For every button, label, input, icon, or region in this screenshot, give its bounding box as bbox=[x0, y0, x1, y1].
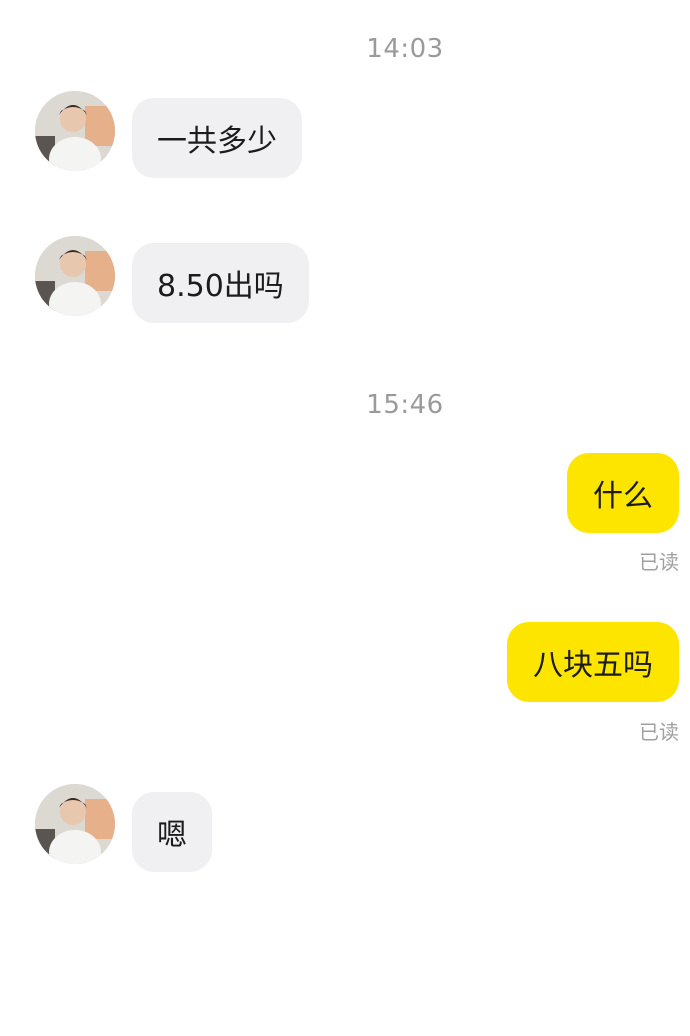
incoming-message-bubble[interactable]: 8.50出吗 bbox=[132, 243, 309, 323]
read-receipt: 已读 bbox=[639, 720, 679, 744]
read-receipt: 已读 bbox=[639, 550, 679, 574]
timestamp: 15:46 bbox=[366, 390, 444, 420]
avatar-photo-icon bbox=[35, 784, 115, 864]
incoming-message-bubble[interactable]: 一共多少 bbox=[132, 98, 302, 178]
avatar-photo-icon bbox=[35, 91, 115, 171]
message-text: 嗯 bbox=[157, 818, 187, 853]
outgoing-message-bubble[interactable]: 什么 bbox=[567, 453, 679, 533]
message-text: 一共多少 bbox=[157, 124, 277, 159]
timestamp: 14:03 bbox=[366, 34, 444, 64]
message-text: 八块五吗 bbox=[533, 648, 653, 683]
avatar-photo-icon bbox=[35, 236, 115, 316]
outgoing-message-bubble[interactable]: 八块五吗 bbox=[507, 622, 679, 702]
message-text: 什么 bbox=[593, 479, 653, 514]
contact-avatar[interactable] bbox=[35, 91, 115, 171]
contact-avatar[interactable] bbox=[35, 784, 115, 864]
incoming-message-bubble[interactable]: 嗯 bbox=[132, 792, 212, 872]
message-text: 8.50出吗 bbox=[157, 269, 284, 304]
contact-avatar[interactable] bbox=[35, 236, 115, 316]
